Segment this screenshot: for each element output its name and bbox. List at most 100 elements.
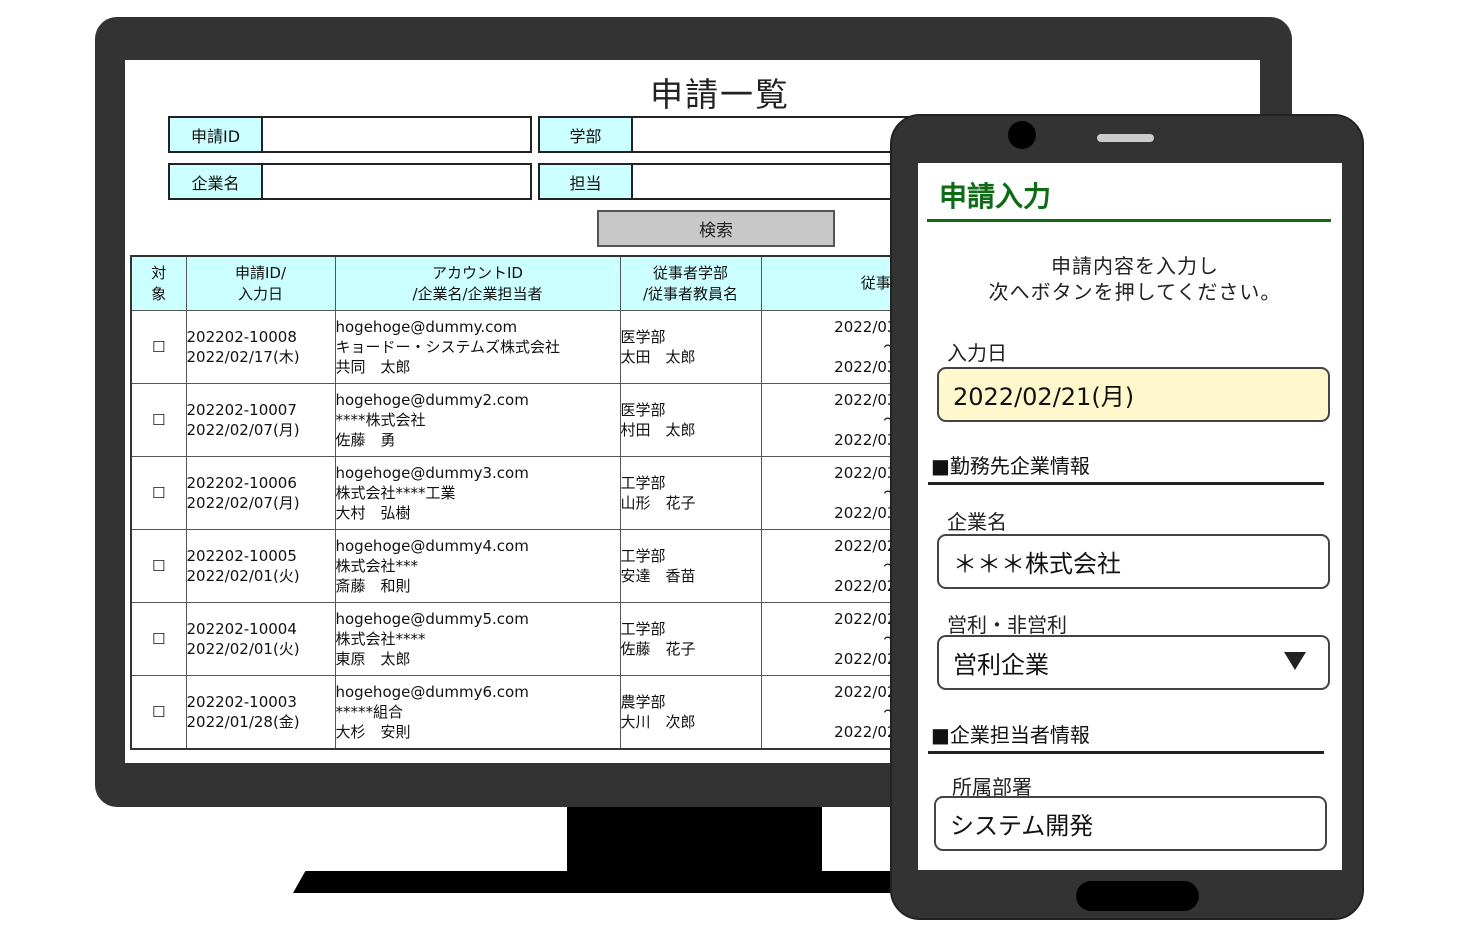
faculty: 工学部 [620,547,666,565]
account-id: hogehoge@dummy4.com [335,537,529,555]
table-row: ☐ 202202-10008 2022/02/17(木) hogehoge@dummy… [130,310,1022,384]
teacher-name: 安達 香苗 [620,567,696,585]
profit-type-select[interactable]: 営利企業 [937,635,1330,690]
input-date: 2022/02/01(火) [186,567,300,585]
monitor-stand [567,807,822,873]
company-contact: 大村 弘樹 [335,504,411,522]
application-id: 202202-10006 [186,474,297,492]
application-id: 202202-10004 [186,620,297,638]
filter-label: 企業名 [170,165,263,198]
department-input[interactable] [950,809,1325,838]
table-header-row: 対象 申請ID/入力日 アカウントID/企業名/企業担当者 従事者学部/従事者教… [130,255,1022,311]
profit-type-value: 営利企業 [953,651,1049,679]
row-checkbox[interactable]: ☐ [130,529,187,603]
faculty-cell: 医学部 村田 太郎 [619,383,762,457]
faculty: 医学部 [620,328,666,346]
row-checkbox[interactable]: ☐ [130,383,187,457]
application-id-cell: 202202-10008 2022/02/17(木) [185,310,336,384]
table-row: ☐ 202202-10006 2022/02/07(月) hogehoge@dummy… [130,456,1022,530]
account-cell: hogehoge@dummy5.com 株式会社**** 東原 太郎 [334,602,621,676]
account-id: hogehoge@dummy3.com [335,464,529,482]
application-id: 202202-10008 [186,328,297,346]
filter-label: 学部 [540,118,633,151]
profit-type-label: 営利・非営利 [947,613,1067,637]
account-id: hogehoge@dummy.com [335,318,518,336]
input-date: 2022/02/07(月) [186,494,300,512]
application-id-cell: 202202-10006 2022/02/07(月) [185,456,336,530]
row-checkbox[interactable]: ☐ [130,456,187,530]
dropdown-arrow-icon [1284,652,1306,670]
table-row: ☐ 202202-10005 2022/02/01(火) hogehoge@dummy… [130,529,1022,603]
section-company-heading: ■勤務先企業情報 [931,454,1090,478]
company-contact: 佐藤 勇 [335,431,396,449]
application-id-cell: 202202-10007 2022/02/07(月) [185,383,336,457]
company-name: 株式会社****工業 [335,484,456,502]
input-date: 2022/02/17(木) [186,348,300,366]
company-name-input[interactable] [953,547,1328,576]
row-checkbox[interactable]: ☐ [130,675,187,750]
faculty-cell: 工学部 安達 香苗 [619,529,762,603]
faculty-cell: 工学部 佐藤 花子 [619,602,762,676]
page-title: 申請一覧 [650,75,790,114]
company-contact: 東原 太郎 [335,650,411,668]
filter-company-name: 企業名 [168,163,532,200]
application-id-cell: 202202-10003 2022/01/28(金) [185,675,336,750]
camera-icon [1008,121,1036,149]
company-name: *****組合 [335,703,404,721]
application-id: 202202-10005 [186,547,297,565]
monitor-base [293,871,913,893]
section-contact-heading: ■企業担当者情報 [931,723,1090,747]
section-divider [928,751,1324,754]
mobile-screen: 申請入力 申請内容を入力し 次へボタンを押してください。 入力日 ■勤務先企業情… [918,163,1342,870]
header-account: アカウントID/企業名/企業担当者 [334,255,621,311]
application-id-cell: 202202-10005 2022/02/01(火) [185,529,336,603]
faculty: 医学部 [620,401,666,419]
faculty-cell: 医学部 太田 太郎 [619,310,762,384]
home-button[interactable] [1076,881,1199,911]
account-cell: hogehoge@dummy6.com *****組合 大杉 安則 [334,675,621,750]
application-id-cell: 202202-10004 2022/02/01(火) [185,602,336,676]
table-row: ☐ 202202-10004 2022/02/01(火) hogehoge@dummy… [130,602,1022,676]
account-id: hogehoge@dummy6.com [335,683,529,701]
account-id: hogehoge@dummy2.com [335,391,529,409]
row-checkbox[interactable]: ☐ [130,310,187,384]
account-cell: hogehoge@dummy3.com 株式会社****工業 大村 弘樹 [334,456,621,530]
faculty: 工学部 [620,474,666,492]
faculty-cell: 工学部 山形 花子 [619,456,762,530]
table-row: ☐ 202202-10003 2022/01/28(金) hogehoge@dummy… [130,675,1022,750]
search-button[interactable]: 検索 [597,210,835,247]
application-id: 202202-10007 [186,401,297,419]
application-id: 202202-10003 [186,693,297,711]
company-name-input[interactable] [263,165,530,198]
section-divider [928,482,1324,485]
input-date: 2022/02/07(月) [186,421,300,439]
company-name: ****株式会社 [335,411,426,429]
faculty: 農学部 [620,693,666,711]
header-faculty: 従事者学部/従事者教員名 [619,255,762,311]
teacher-name: 佐藤 花子 [620,640,696,658]
company-name: キョードー・システムズ株式会社 [335,338,561,356]
input-date: 2022/02/01(火) [186,640,300,658]
company-name-field[interactable] [937,534,1330,589]
company-contact: 大杉 安則 [335,723,411,741]
account-cell: hogehoge@dummy4.com 株式会社*** 斎藤 和則 [334,529,621,603]
input-date: 2022/01/28(金) [186,713,300,731]
company-name: 株式会社*** [335,557,419,575]
filter-application-id: 申請ID [168,116,532,153]
title-divider [927,219,1331,222]
row-checkbox[interactable]: ☐ [130,602,187,676]
teacher-name: 山形 花子 [620,494,696,512]
account-cell: hogehoge@dummy2.com ****株式会社 佐藤 勇 [334,383,621,457]
account-cell: hogehoge@dummy.com キョードー・システムズ株式会社 共同 太郎 [334,310,621,384]
teacher-name: 村田 太郎 [620,421,696,439]
application-id-input[interactable] [263,118,530,151]
table-row: ☐ 202202-10007 2022/02/07(月) hogehoge@dummy… [130,383,1022,457]
input-date-input[interactable] [953,380,1328,409]
teacher-name: 大川 次郎 [620,713,696,731]
input-date-label: 入力日 [947,341,1007,365]
input-date-field[interactable] [937,367,1330,422]
application-table: 対象 申請ID/入力日 アカウントID/企業名/企業担当者 従事者学部/従事者教… [130,255,1022,750]
faculty: 工学部 [620,620,666,638]
instruction-text: 申請内容を入力し 次へボタンを押してください。 [988,254,1282,304]
department-field[interactable] [934,796,1327,851]
